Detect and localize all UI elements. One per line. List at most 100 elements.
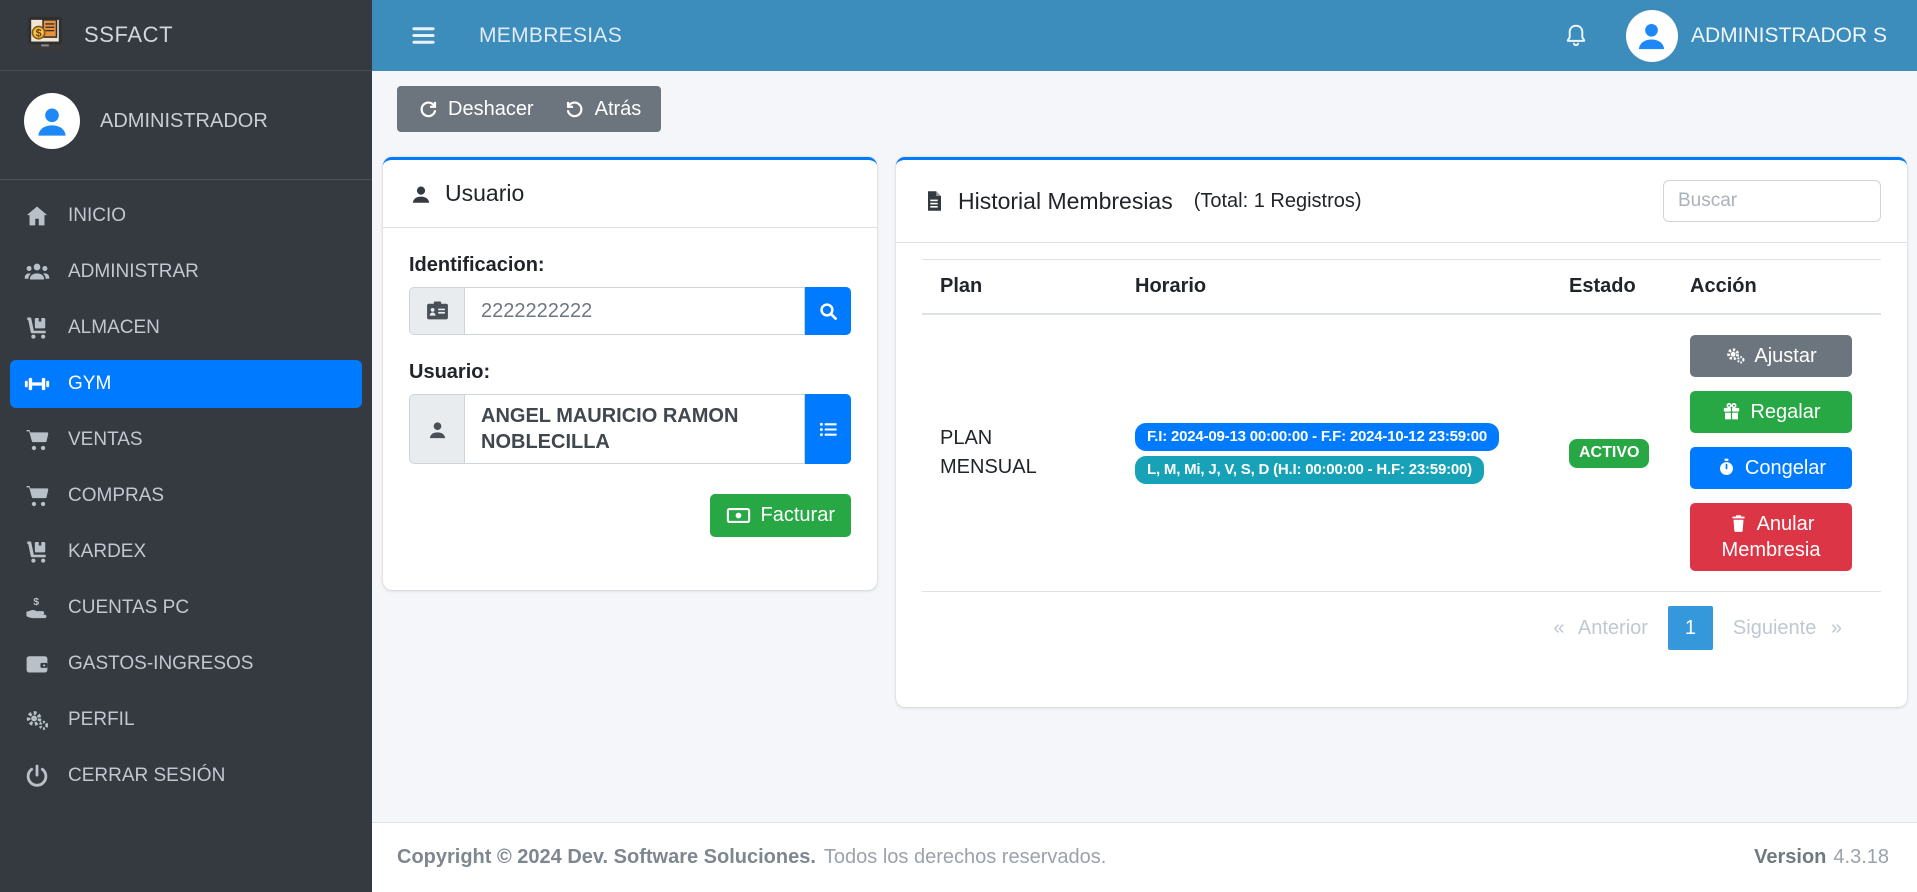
user-list-button[interactable] (805, 394, 851, 464)
dolly-icon (22, 315, 52, 342)
topbar-right: ADMINISTRADOR S (1562, 10, 1887, 62)
search-icon (817, 300, 840, 323)
sidebar-item-label: ADMINISTRAR (68, 261, 199, 283)
sidebar-user-name: ADMINISTRADOR (100, 110, 268, 133)
sidebar-item-ventas[interactable]: VENTAS (10, 416, 362, 464)
dolly-icon (22, 539, 52, 566)
sidebar-item-gym[interactable]: GYM (10, 360, 362, 408)
user-group: ANGEL MAURICIO RAMON NOBLECILLA (409, 394, 851, 464)
column-header-estado: Estado (1551, 260, 1672, 315)
sidebar-item-cerrar-sesion[interactable]: CERRAR SESIÓN (10, 752, 362, 800)
footer: Copyright © 2024 Dev. Software Solucione… (372, 822, 1917, 892)
freeze-button-label: Congelar (1745, 457, 1826, 479)
adjust-button-label: Ajustar (1754, 345, 1816, 367)
gears-icon (1725, 345, 1746, 366)
sidebar-item-administrar[interactable]: ADMINISTRAR (10, 248, 362, 296)
brand-name: SSFACT (84, 22, 173, 48)
sidebar-nav: INICIO ADMINISTRAR ALMACEN GYM VENTAS CO… (0, 180, 372, 820)
gift-button[interactable]: Regalar (1690, 391, 1852, 433)
plan-cell: PLAN MENSUAL (922, 314, 1117, 592)
membership-table: Plan Horario Estado Acción PLAN MENSUAL … (922, 259, 1881, 592)
sidebar-item-label: PERFIL (68, 709, 135, 731)
search-input[interactable] (1663, 180, 1881, 222)
undo-icon (564, 98, 586, 120)
back-button[interactable]: Atrás (564, 98, 642, 121)
identification-group (409, 287, 851, 335)
membership-table-wrap: Plan Horario Estado Acción PLAN MENSUAL … (896, 259, 1907, 650)
sidebar-item-gastos-ingresos[interactable]: GASTOS-INGRESOS (10, 640, 362, 688)
status-cell: ACTIVO (1551, 314, 1672, 592)
identification-input[interactable] (465, 287, 805, 335)
svg-text:$: $ (33, 597, 39, 608)
sidebar-item-almacen[interactable]: ALMACEN (10, 304, 362, 352)
status-badge: ACTIVO (1569, 439, 1649, 468)
sidebar: $ SSFACT ADMINISTRADOR INICIO ADMINISTRA… (0, 0, 372, 892)
plan-name: PLAN MENSUAL (940, 424, 1062, 482)
invoice-button[interactable]: Facturar (710, 494, 851, 537)
footer-copyright: Copyright © 2024 Dev. Software Solucione… (397, 846, 816, 869)
days-hours-badge: L, M, Mi, J, V, S, D (H.I: 00:00:00 - H.… (1135, 456, 1484, 484)
back-button-label: Atrás (595, 98, 642, 121)
history-card-header: Historial Membresias (Total: 1 Registros… (896, 160, 1907, 243)
user-card: Usuario Identificacion: Usuario: ANGEL M… (383, 157, 877, 590)
user-card-header: Usuario (383, 160, 877, 228)
svg-text:$: $ (36, 28, 42, 40)
power-icon (22, 763, 52, 790)
pagination-page-1[interactable]: 1 (1668, 606, 1713, 650)
toolbar: Deshacer Atrás (397, 86, 661, 132)
gears-icon (22, 707, 52, 734)
column-header-plan: Plan (922, 260, 1117, 315)
hand-dollar-icon: $ (22, 595, 52, 622)
menu-toggle-icon[interactable] (410, 22, 437, 49)
sidebar-user-panel: ADMINISTRADOR (0, 71, 372, 180)
user-addon-icon (409, 394, 465, 464)
user-label: Usuario: (409, 361, 851, 384)
sidebar-item-compras[interactable]: COMPRAS (10, 472, 362, 520)
cart-icon (22, 427, 52, 454)
user-card-body: Identificacion: Usuario: ANGEL MAURICIO … (383, 228, 877, 563)
sidebar-item-label: CERRAR SESIÓN (68, 765, 225, 787)
brand-link[interactable]: $ SSFACT (0, 0, 372, 71)
membership-history-card: Historial Membresias (Total: 1 Registros… (896, 157, 1907, 707)
list-icon (817, 418, 840, 441)
sidebar-item-label: INICIO (68, 205, 126, 227)
cancel-membership-button[interactable]: Anular Membresia (1690, 503, 1852, 571)
sidebar-avatar[interactable] (24, 93, 80, 149)
user-icon (409, 182, 433, 206)
sidebar-item-kardex[interactable]: KARDEX (10, 528, 362, 576)
redo-icon (417, 98, 439, 120)
sidebar-item-label: VENTAS (68, 429, 143, 451)
pagination: « Anterior 1 Siguiente » (948, 606, 1855, 650)
identification-label: Identificacion: (409, 254, 851, 277)
sidebar-item-cuentas-pc[interactable]: $ CUENTAS PC (10, 584, 362, 632)
page-title: MEMBRESIAS (479, 24, 622, 48)
user-name-value: ANGEL MAURICIO RAMON NOBLECILLA (465, 394, 805, 464)
sidebar-item-label: KARDEX (68, 541, 146, 563)
undo-button-label: Deshacer (448, 98, 534, 121)
wallet-icon (22, 651, 52, 678)
schedule-cell: F.I: 2024-09-13 00:00:00 - F.F: 2024-10-… (1117, 314, 1551, 592)
table-row: PLAN MENSUAL F.I: 2024-09-13 00:00:00 - … (922, 314, 1881, 592)
header-avatar[interactable] (1626, 10, 1678, 62)
stopwatch-icon (1716, 457, 1737, 478)
bell-icon[interactable] (1562, 22, 1590, 50)
undo-button[interactable]: Deshacer (417, 98, 534, 121)
sidebar-item-label: COMPRAS (68, 485, 164, 507)
header-user-name[interactable]: ADMINISTRADOR S (1691, 24, 1887, 48)
trash-icon (1728, 513, 1749, 534)
sidebar-item-inicio[interactable]: INICIO (10, 192, 362, 240)
search-user-button[interactable] (805, 287, 851, 335)
sidebar-item-label: CUENTAS PC (68, 597, 189, 619)
freeze-button[interactable]: Congelar (1690, 447, 1852, 489)
date-range-badge: F.I: 2024-09-13 00:00:00 - F.F: 2024-10-… (1135, 423, 1499, 451)
adjust-button[interactable]: Ajustar (1690, 335, 1852, 377)
column-header-horario: Horario (1117, 260, 1551, 315)
file-icon (922, 189, 946, 213)
footer-rights: Todos los derechos reservados. (824, 846, 1106, 869)
users-icon (22, 259, 52, 286)
pagination-previous[interactable]: « Anterior (1540, 609, 1661, 648)
pagination-next[interactable]: Siguiente » (1720, 609, 1855, 648)
topbar: MEMBRESIAS ADMINISTRADOR S (372, 0, 1917, 71)
sidebar-item-perfil[interactable]: PERFIL (10, 696, 362, 744)
footer-version-label: Version (1754, 846, 1826, 868)
